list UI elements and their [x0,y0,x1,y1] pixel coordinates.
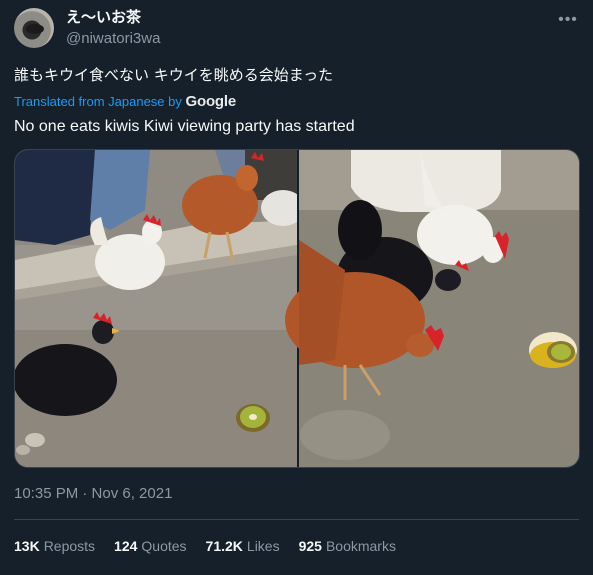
tweet: え〜いお茶 @niwatori3wa ••• 誰もキウイ食べない キウイを眺める… [0,0,593,575]
translated-from-label: Translated from Japanese by [14,94,182,109]
tweet-header: え〜いお茶 @niwatori3wa ••• [14,8,579,50]
bookmarks-label: Bookmarks [325,538,396,554]
media-grid [15,150,580,468]
tweet-translated-text: No one eats kiwis Kiwi viewing party has… [14,118,355,135]
likes-count: 71.2K [205,538,243,554]
avatar[interactable] [14,8,54,48]
likes-stat[interactable]: 71.2K Likes [206,538,280,554]
reposts-label: Reposts [43,538,96,554]
bookmarks-stat[interactable]: 925 Bookmarks [299,538,396,554]
tweet-original-text: 誰もキウイ食べない キウイを眺める会始まった [14,66,334,84]
reposts-count: 13K [14,538,40,554]
tweet-media[interactable] [14,149,580,468]
likes-label: Likes [246,538,280,554]
google-logo: Google [185,93,237,110]
engagement-stats: 13K Reposts 124 Quotes 71.2K Likes 925 Bookm… [14,538,415,554]
reposts-stat[interactable]: 13K Reposts [14,538,95,554]
quotes-count: 124 [114,538,138,554]
divider [14,519,579,520]
photo-right[interactable] [285,150,580,468]
translation-attribution[interactable]: Translated from Japanese by Google [14,93,236,111]
bookmarks-count: 925 [298,538,322,554]
quotes-label: Quotes [141,538,187,554]
author-handle[interactable]: @niwatori3wa [66,29,160,49]
photo-left[interactable] [15,150,305,468]
author-display-name[interactable]: え〜いお茶 [66,8,141,28]
quotes-stat[interactable]: 124 Quotes [114,538,187,554]
more-horizontal-icon[interactable]: ••• [557,10,579,30]
tweet-timestamp[interactable]: 10:35 PM · Nov 6, 2021 [14,485,172,502]
